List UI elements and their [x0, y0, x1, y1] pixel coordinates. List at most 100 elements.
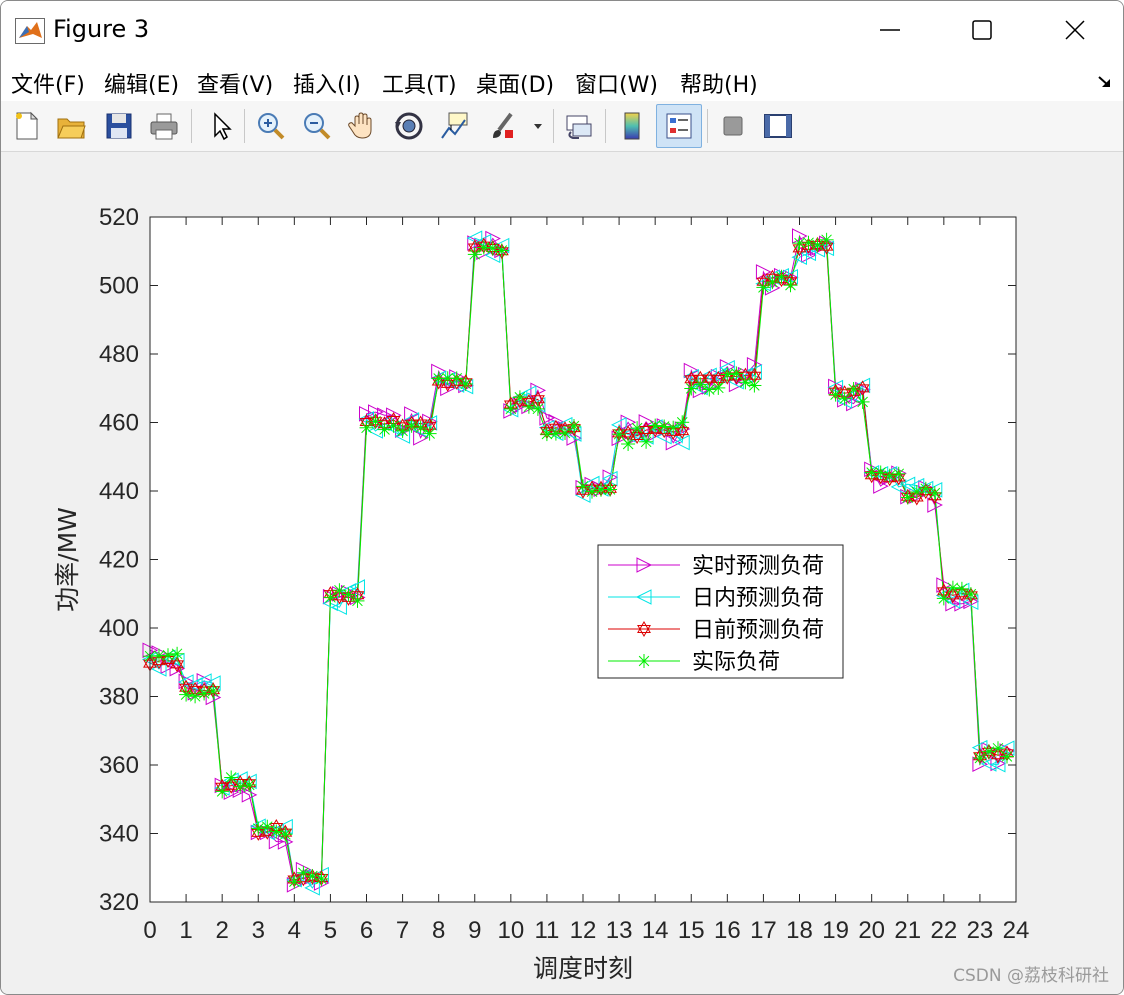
- data-point: [251, 821, 266, 836]
- minimize-button[interactable]: [867, 9, 913, 51]
- x-tick-label: 6: [360, 917, 373, 944]
- legend-icon: [666, 113, 692, 139]
- toolbar-separator: [244, 109, 245, 143]
- save-icon: [106, 113, 132, 139]
- menu-insert[interactable]: 插入(I): [293, 67, 361, 99]
- data-point: [972, 751, 987, 766]
- hide-plot-tools-icon: [723, 116, 743, 136]
- data-point: [170, 646, 185, 661]
- y-tick-label: 440: [99, 478, 139, 505]
- menu-help[interactable]: 帮助(H): [680, 67, 758, 99]
- plot-area: [150, 217, 1016, 902]
- zoom-out-button[interactable]: [299, 108, 335, 144]
- close-button[interactable]: [1052, 9, 1098, 51]
- data-point: [801, 235, 816, 250]
- print-button[interactable]: [146, 108, 182, 144]
- data-point: [702, 382, 717, 397]
- brush-button[interactable]: [485, 108, 521, 144]
- y-tick-label: 420: [99, 547, 139, 574]
- matlab-logo-icon: [15, 18, 45, 44]
- show-plot-tools-button[interactable]: [760, 108, 796, 144]
- pan-button[interactable]: [345, 108, 381, 144]
- colorbar-button[interactable]: [614, 108, 650, 144]
- legend-label: 日前预测负荷: [692, 618, 824, 643]
- figure-toolbar: [1, 101, 1123, 152]
- open-file-button[interactable]: [53, 108, 89, 144]
- x-tick-label: 3: [252, 917, 265, 944]
- data-point: [567, 419, 581, 433]
- window-title: Figure 3: [53, 15, 150, 43]
- x-tick-label: 17: [750, 917, 777, 944]
- y-tick-label: 360: [99, 752, 139, 779]
- data-point: [269, 824, 284, 839]
- pointer-button[interactable]: [203, 108, 239, 144]
- data-cursor-button[interactable]: [437, 108, 473, 144]
- rotate-3d-button[interactable]: [391, 108, 427, 144]
- open-file-icon: [57, 118, 86, 139]
- title-bar: Figure 3: [1, 1, 1123, 59]
- data-point: [215, 784, 230, 799]
- legend-button[interactable]: [656, 104, 702, 148]
- save-button[interactable]: [101, 108, 137, 144]
- data-point: [585, 484, 599, 499]
- line-chart[interactable]: 0 1 2 3 4 5 6 7 8 9 10 11 12 13 14 15 16 17 18 19 20 21 22 23 24…: [1, 152, 1123, 994]
- data-point: [242, 777, 257, 792]
- pointer-icon: [214, 112, 232, 141]
- toolbar-separator: [553, 109, 554, 143]
- brush-dropdown[interactable]: [527, 108, 549, 144]
- figure-window: Figure 3 文件(F) 编辑(E) 查看(V) 插入(I) 工具(T) 桌…: [0, 0, 1124, 995]
- menu-desktop[interactable]: 桌面(D): [476, 67, 554, 99]
- x-tick-label: 4: [288, 917, 301, 944]
- data-point: [404, 418, 419, 433]
- link-plot-button[interactable]: [561, 108, 597, 144]
- data-point: [413, 420, 428, 435]
- y-tick-label: 340: [99, 821, 139, 848]
- y-tick-label: 400: [99, 615, 139, 642]
- legend-label: 日内预测负荷: [692, 586, 824, 611]
- menu-tools[interactable]: 工具(T): [382, 67, 457, 99]
- menu-file[interactable]: 文件(F): [11, 67, 85, 99]
- close-icon: [1065, 20, 1085, 40]
- toolbar-separator: [191, 109, 192, 143]
- zoom-in-button[interactable]: [253, 108, 289, 144]
- maximize-button[interactable]: [959, 9, 1005, 51]
- y-tick-label: 380: [99, 684, 139, 711]
- dock-arrow-icon[interactable]: [1097, 73, 1113, 89]
- menu-edit[interactable]: 编辑(E): [104, 67, 179, 99]
- x-axis-label: 调度时刻: [533, 954, 633, 983]
- data-point: [675, 415, 690, 430]
- new-figure-button[interactable]: [9, 108, 45, 144]
- x-tick-label: 12: [570, 917, 597, 944]
- data-point: [783, 278, 798, 293]
- menu-view[interactable]: 查看(V): [197, 67, 273, 99]
- legend: 实时预测负荷日内预测负荷日前预测负荷实际负荷: [597, 544, 844, 679]
- print-icon: [150, 113, 178, 140]
- legend-label: 实际负荷: [692, 650, 780, 675]
- y-tick-label: 320: [99, 889, 139, 916]
- minimize-icon: [880, 29, 900, 31]
- x-tick-label: 15: [678, 917, 705, 944]
- hide-plot-tools-button[interactable]: [715, 108, 751, 144]
- y-tick-label: 500: [99, 273, 139, 300]
- rotate-3d-icon: [395, 112, 423, 140]
- x-tick-label: 10: [497, 917, 524, 944]
- x-tick-label: 8: [432, 917, 445, 944]
- x-tick-label: 24: [1003, 917, 1030, 944]
- x-tick-label: 2: [215, 917, 228, 944]
- x-tick-label: 7: [396, 917, 409, 944]
- toolbar-separator: [707, 109, 708, 143]
- data-point: [206, 684, 221, 698]
- x-tick-label: 0: [143, 917, 156, 944]
- data-point: [485, 241, 500, 256]
- data-point: [558, 426, 572, 440]
- legend-label: 实时预测负荷: [692, 554, 824, 579]
- menu-bar: 文件(F) 编辑(E) 查看(V) 插入(I) 工具(T) 桌面(D) 窗口(W…: [1, 59, 1123, 101]
- new-figure-icon: [16, 111, 39, 140]
- data-point: [494, 243, 509, 258]
- y-axis-label: 功率/MW: [53, 507, 82, 612]
- data-point: [467, 247, 482, 262]
- data-point: [305, 869, 320, 884]
- menu-window[interactable]: 窗口(W): [575, 67, 658, 99]
- brush-icon: [493, 112, 513, 138]
- data-point: [909, 485, 924, 499]
